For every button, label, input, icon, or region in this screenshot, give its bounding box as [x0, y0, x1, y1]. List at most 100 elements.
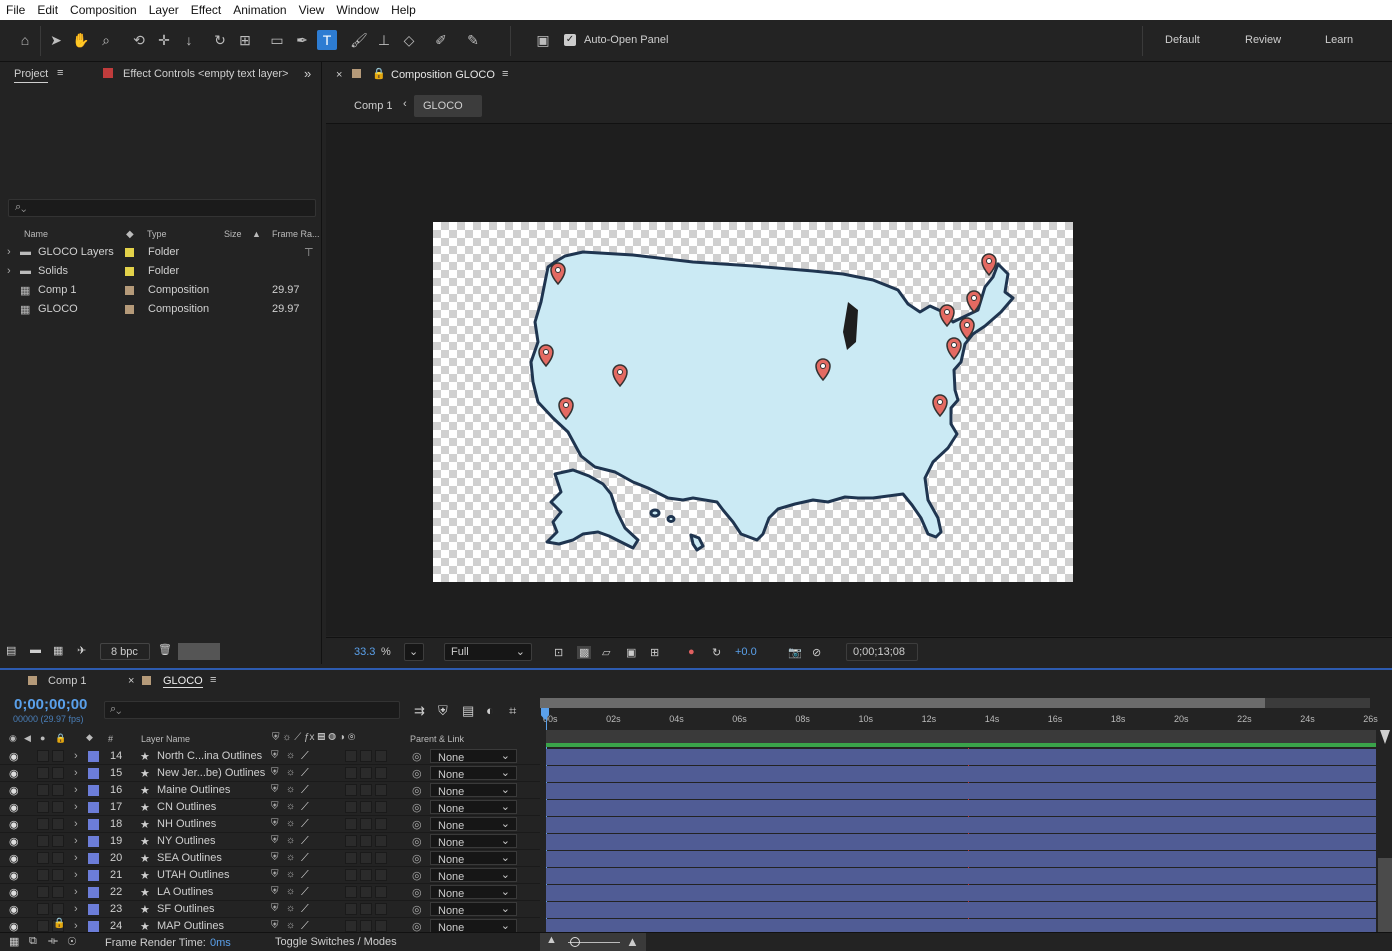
motion-blur-switch[interactable]: [360, 852, 372, 864]
interpret-footage-icon[interactable]: ▤: [6, 644, 16, 657]
solo-switch[interactable]: [37, 784, 49, 796]
motion-blur-switch[interactable]: [360, 835, 372, 847]
comp-flowchart-icon[interactable]: ⇉: [414, 703, 425, 719]
reset-exposure-icon[interactable]: ↻: [712, 646, 721, 659]
solo-switch[interactable]: [37, 835, 49, 847]
project-item[interactable]: ▦ GLOCO Composition 29.97: [2, 300, 322, 319]
menu-composition[interactable]: Composition: [64, 0, 143, 20]
layer-duration-bar[interactable]: [546, 800, 1376, 816]
pickwhip-icon[interactable]: ◎: [412, 818, 422, 831]
switches-header-icon[interactable]: ⛨ ☼ ⟋ ƒx ▤ ◍ ◑ ⊚: [272, 732, 355, 743]
solo-switch[interactable]: [37, 903, 49, 915]
lock-switch[interactable]: [52, 784, 64, 796]
expand-arrow-icon[interactable]: ›: [74, 767, 78, 779]
eye-icon[interactable]: ◉: [9, 835, 19, 848]
layer-name[interactable]: Maine Outlines: [157, 784, 230, 796]
layer-duration-bar[interactable]: [546, 902, 1376, 918]
pickwhip-icon[interactable]: ◎: [412, 835, 422, 848]
quality-switch-icon[interactable]: ⟋: [301, 750, 309, 763]
adjustment-switch[interactable]: [375, 920, 387, 932]
guides-icon[interactable]: ⊞: [650, 646, 659, 659]
lock-switch[interactable]: 🔒: [52, 918, 65, 932]
quality-switch-icon[interactable]: ⟋: [301, 869, 309, 882]
project-item[interactable]: › ▬ GLOCO Layers Folder ⊤: [2, 243, 322, 262]
layer-row[interactable]: ◉ › 21 ★ UTAH Outlines ⛨ ☼ ⟋ ◎ None ⌄: [0, 867, 540, 884]
effect-switch[interactable]: [345, 886, 357, 898]
pickwhip-icon[interactable]: ◎: [412, 750, 422, 763]
current-time-display[interactable]: 0;00;13;08: [846, 643, 918, 661]
shy-switch-icon[interactable]: ⛨: [271, 886, 279, 897]
label-tag-icon[interactable]: ◆: [126, 229, 134, 240]
pickwhip-icon[interactable]: ◎: [412, 852, 422, 865]
project-search-input[interactable]: ⌕⌄: [8, 199, 316, 217]
new-folder-icon[interactable]: ▬: [30, 644, 41, 656]
shy-switch-icon[interactable]: ⛨: [271, 818, 279, 829]
solo-switch-icon[interactable]: ●: [40, 733, 45, 743]
crumb-comp1[interactable]: Comp 1: [354, 100, 393, 112]
shy-switch-icon[interactable]: ⛨: [271, 835, 279, 846]
parent-dropdown[interactable]: None ⌄: [430, 749, 517, 764]
col-size[interactable]: Size: [224, 229, 242, 239]
lock-switch[interactable]: [52, 750, 64, 762]
composition-icon[interactable]: ▦: [9, 935, 19, 948]
eye-icon[interactable]: ◉: [9, 818, 19, 831]
shy-switch-icon[interactable]: ⛨: [271, 801, 279, 812]
expand-arrow-icon[interactable]: ›: [7, 246, 11, 258]
layer-name[interactable]: SEA Outlines: [157, 852, 222, 864]
menu-effect[interactable]: Effect: [185, 0, 227, 20]
quality-switch-icon[interactable]: ⟋: [301, 767, 309, 780]
label-color[interactable]: [88, 836, 99, 847]
label-color[interactable]: [88, 785, 99, 796]
motion-blur-switch[interactable]: [360, 750, 372, 762]
shy-switch-icon[interactable]: ⛨: [271, 750, 279, 761]
layer-name[interactable]: MAP Outlines: [157, 920, 224, 932]
layer-row[interactable]: ◉ › 23 ★ SF Outlines ⛨ ☼ ⟋ ◎ None ⌄: [0, 901, 540, 918]
solo-switch[interactable]: [37, 869, 49, 881]
col-type[interactable]: Type: [147, 229, 167, 239]
eye-icon[interactable]: ◉: [9, 852, 19, 865]
menu-file[interactable]: File: [0, 0, 31, 20]
adjustment-switch[interactable]: [375, 852, 387, 864]
label-color[interactable]: [88, 802, 99, 813]
video-switch-icon[interactable]: ◉: [9, 733, 17, 744]
work-area-bar[interactable]: [540, 698, 1370, 708]
parent-dropdown[interactable]: None ⌄: [430, 902, 517, 917]
expand-arrow-icon[interactable]: ›: [74, 869, 78, 881]
expand-arrow-icon[interactable]: ›: [74, 801, 78, 813]
lock-icon[interactable]: 🔒: [372, 67, 386, 80]
fast-preview-icon[interactable]: ⊡: [554, 646, 563, 659]
workspace-review[interactable]: Review: [1245, 34, 1281, 46]
parent-dropdown[interactable]: None ⌄: [430, 919, 517, 934]
hand-tool-icon[interactable]: ✋: [71, 30, 91, 50]
trash-icon[interactable]: 🗑: [158, 643, 172, 656]
collapse-switch-icon[interactable]: ☼: [286, 886, 295, 897]
switches-toggle-icon[interactable]: ☉: [67, 935, 77, 948]
parent-dropdown[interactable]: None ⌄: [430, 851, 517, 866]
eye-icon[interactable]: ◉: [9, 784, 19, 797]
layer-name[interactable]: NH Outlines: [157, 818, 216, 830]
layer-row[interactable]: ◉ › 16 ★ Maine Outlines ⛨ ☼ ⟋ ◎ None ⌄: [0, 782, 540, 799]
tab-composition[interactable]: Composition GLOCO: [391, 69, 495, 81]
menu-window[interactable]: Window: [330, 0, 385, 20]
layer-duration-bar[interactable]: [546, 817, 1376, 833]
quality-switch-icon[interactable]: ⟋: [301, 818, 309, 831]
sort-up-icon[interactable]: ▲: [252, 229, 261, 239]
puppet-pin-icon[interactable]: ✎: [463, 30, 483, 50]
layer-duration-bar[interactable]: [546, 834, 1376, 850]
shy-layers-icon[interactable]: ⛨: [438, 703, 448, 719]
adjustment-switch[interactable]: [375, 835, 387, 847]
layer-duration-bar[interactable]: [546, 868, 1376, 884]
transparency-grid-icon[interactable]: ▩: [577, 646, 592, 659]
eye-icon[interactable]: ◉: [9, 750, 19, 763]
timeline-scrollbar[interactable]: [1378, 858, 1392, 932]
zoom-tool-icon[interactable]: ⌕: [96, 30, 116, 50]
layer-name[interactable]: SF Outlines: [157, 903, 214, 915]
eye-icon[interactable]: ◉: [9, 903, 19, 916]
adjustment-switch[interactable]: [375, 869, 387, 881]
layer-duration-bar[interactable]: [546, 766, 1376, 782]
effect-switch[interactable]: [345, 920, 357, 932]
rectangle-tool-icon[interactable]: ▭: [267, 30, 287, 50]
lock-switch[interactable]: [52, 818, 64, 830]
rotate-tool-icon[interactable]: ↻: [210, 30, 230, 50]
snapshot-icon[interactable]: 📷: [788, 646, 802, 659]
